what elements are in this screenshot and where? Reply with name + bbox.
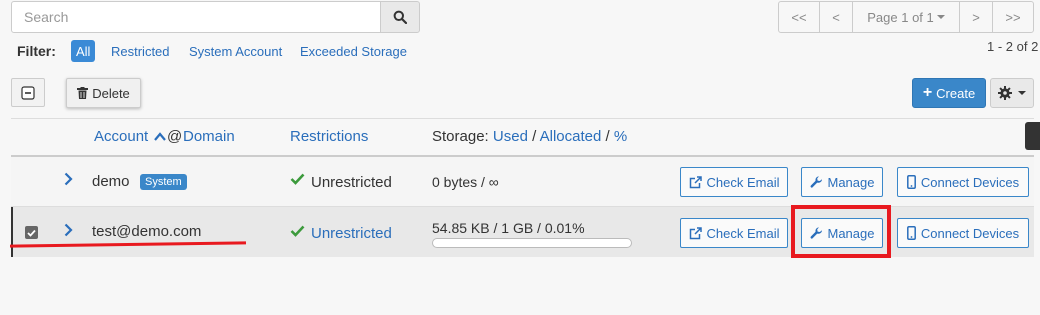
connect-devices-button[interactable]: Connect Devices bbox=[897, 167, 1029, 197]
expand-chevron-icon[interactable] bbox=[64, 223, 73, 242]
pagination: << < Page 1 of 1 > >> bbox=[778, 1, 1034, 33]
restriction-status-link[interactable]: Unrestricted bbox=[311, 225, 392, 242]
prev-page-button[interactable]: < bbox=[819, 1, 853, 33]
wrench-icon bbox=[810, 175, 822, 188]
plus-icon: + bbox=[922, 84, 933, 101]
select-all-checkbox[interactable] bbox=[11, 78, 45, 107]
external-link-icon bbox=[689, 175, 702, 188]
gear-icon bbox=[998, 86, 1012, 100]
header-divider bbox=[11, 118, 1034, 119]
mobile-icon bbox=[906, 226, 916, 240]
filter-all[interactable]: All bbox=[71, 40, 96, 62]
header-account-label: Account bbox=[94, 128, 149, 145]
side-panel-tab[interactable] bbox=[1025, 122, 1040, 150]
check-icon bbox=[290, 224, 305, 241]
storage-value: 0 bytes / ∞ bbox=[432, 174, 499, 190]
check-email-button[interactable]: Check Email bbox=[680, 218, 788, 248]
check-email-button[interactable]: Check Email bbox=[680, 167, 788, 197]
delete-button[interactable]: Delete bbox=[66, 78, 141, 108]
mobile-icon bbox=[906, 175, 916, 189]
annotation-highlight-box bbox=[791, 205, 891, 258]
connect-devices-label: Connect Devices bbox=[920, 225, 1020, 241]
account-name: test@demo.com bbox=[92, 223, 202, 240]
row-checkbox[interactable] bbox=[25, 226, 38, 239]
filter-restricted[interactable]: Restricted bbox=[111, 44, 170, 59]
storage-prefix: Storage: bbox=[432, 128, 489, 145]
manage-button[interactable]: Manage bbox=[801, 167, 883, 197]
filter-exceeded-storage[interactable]: Exceeded Storage bbox=[300, 44, 407, 59]
first-page-button[interactable]: << bbox=[778, 1, 820, 33]
header-restrictions[interactable]: Restrictions bbox=[290, 128, 368, 145]
expand-chevron-icon[interactable] bbox=[64, 172, 73, 191]
filter-system-account[interactable]: System Account bbox=[189, 44, 282, 59]
caret-down-icon bbox=[936, 15, 945, 19]
system-badge: System bbox=[140, 174, 187, 190]
checkmark-icon bbox=[27, 229, 36, 237]
trash-icon bbox=[77, 87, 89, 99]
sort-up-icon bbox=[154, 132, 167, 141]
account-name: demo bbox=[92, 173, 130, 190]
header-at: @ bbox=[167, 128, 183, 145]
connect-devices-label: Connect Devices bbox=[920, 174, 1020, 190]
connect-devices-button[interactable]: Connect Devices bbox=[897, 218, 1029, 248]
header-used[interactable]: Used bbox=[493, 128, 528, 145]
header-storage: Storage: Used / Allocated / % bbox=[432, 128, 627, 145]
page-label: Page 1 of 1 bbox=[867, 9, 934, 25]
header-allocated[interactable]: Allocated bbox=[540, 128, 602, 145]
search-button[interactable] bbox=[380, 1, 420, 33]
settings-dropdown-button[interactable] bbox=[990, 78, 1034, 108]
manage-label: Manage bbox=[827, 174, 875, 190]
header-domain[interactable]: Domain bbox=[183, 128, 235, 145]
page-select[interactable]: Page 1 of 1 bbox=[852, 1, 960, 33]
last-page-button[interactable]: >> bbox=[992, 1, 1034, 33]
header-percent[interactable]: % bbox=[614, 128, 627, 145]
search-icon bbox=[393, 10, 407, 24]
check-icon bbox=[290, 172, 305, 189]
header-sep: / bbox=[605, 128, 610, 145]
minus-square-icon bbox=[21, 85, 35, 100]
header-sep: / bbox=[532, 128, 537, 145]
external-link-icon bbox=[689, 226, 702, 239]
storage-value: 54.85 KB / 1 GB / 0.01% bbox=[432, 220, 585, 236]
check-email-label: Check Email bbox=[706, 174, 780, 190]
next-page-button[interactable]: > bbox=[959, 1, 993, 33]
delete-label: Delete bbox=[92, 85, 130, 101]
create-label: Create bbox=[936, 85, 976, 101]
caret-down-icon bbox=[1018, 91, 1026, 95]
create-button[interactable]: + Create bbox=[912, 78, 986, 108]
restriction-status: Unrestricted bbox=[311, 174, 392, 191]
check-email-label: Check Email bbox=[706, 225, 780, 241]
search-input[interactable] bbox=[11, 1, 381, 33]
filter-label: Filter: bbox=[17, 43, 56, 59]
results-count: 1 - 2 of 2 bbox=[987, 39, 1039, 54]
storage-progress-bar bbox=[432, 238, 632, 248]
header-account[interactable]: Account bbox=[94, 128, 168, 145]
